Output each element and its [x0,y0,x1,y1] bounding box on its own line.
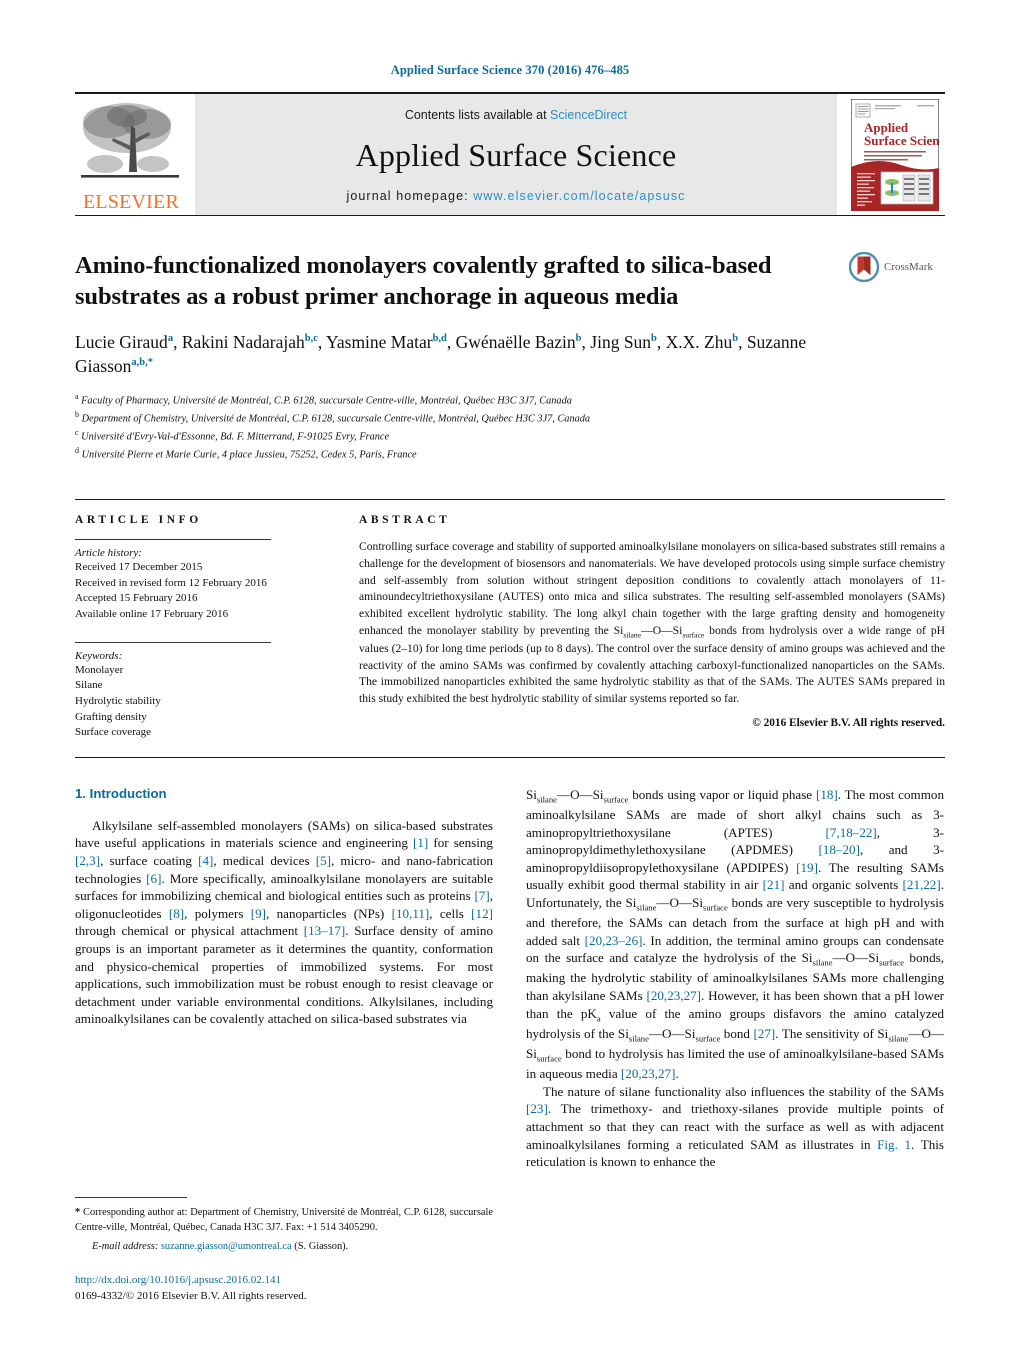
keyword-item: Surface coverage [75,726,152,739]
journal-masthead: ELSEVIER Contents lists available at Sci… [75,92,945,216]
intro-paragraph-right-1: Sisilane—O—Sisurface bonds using vapor o… [526,786,945,1082]
affiliation-text: Department of Chemistry, Université de M… [81,413,591,425]
affiliation-list: a Faculty of Pharmacy, Université de Mon… [75,391,945,463]
crossmark-label: CrossMark [884,261,933,273]
affiliation-item: d Université Pierre et Marie Curie, 4 pl… [75,445,945,463]
author-list: Lucie Girauda, Rakini Nadarajahb,c, Yasm… [75,331,807,376]
email-label: E-mail address: [92,1241,159,1253]
body-column-right: Sisilane—O—Sisurface bonds using vapor o… [526,786,944,1171]
keyword-item: Hydrolytic stability [75,694,161,707]
abstract-text: Controlling surface coverage and stabili… [359,540,945,705]
keyword-item: Monolayer [75,663,124,676]
affiliation-item: b Department of Chemistry, Université de… [75,409,945,427]
affiliation-text: Faculty of Pharmacy, Université de Montr… [81,395,572,407]
article-page: Applied Surface Science 370 (2016) 476–4… [0,0,1020,1351]
doi-block: http://dx.doi.org/10.1016/j.apsusc.2016.… [75,1273,493,1304]
issn-copyright-line: 0169-4332/© 2016 Elsevier B.V. All right… [75,1289,307,1302]
history-item: Received 17 December 2015 [75,561,203,574]
info-abstract-band: ARTICLE INFO Article history: Received 1… [75,499,945,758]
article-history-label: Article history: [75,547,142,560]
page-title: Amino-functionalized monolayers covalent… [75,252,772,311]
homepage-prefix: journal homepage: [346,189,474,203]
homepage-url-link[interactable]: www.elsevier.com/locate/apsusc [473,189,685,203]
affiliation-mark: b [75,410,79,420]
intro-paragraph-left: Alkylsilane self-assembled monolayers (S… [75,817,494,1027]
affiliation-item: c Université d'Evry-Val-d'Essonne, Bd. F… [75,427,945,445]
crossmark-badge[interactable]: CrossMark [849,252,945,282]
email-note: E-mail address: suzanne.giasson@umontrea… [75,1239,493,1254]
affiliation-text: Université Pierre et Marie Curie, 4 plac… [81,449,417,461]
divider [75,641,271,643]
keyword-item: Grafting density [75,710,147,723]
journal-cover-thumbnail: Applied Surface Science [845,94,945,215]
masthead-center: Contents lists available at ScienceDirec… [195,94,837,215]
footnote-block: * Corresponding author at: Department of… [75,1196,493,1304]
abstract-heading: ABSTRACT [359,514,451,527]
elsevier-logo: ELSEVIER [75,94,187,215]
affiliation-mark: c [75,428,79,438]
journal-title: Applied Surface Science [355,137,677,173]
affiliation-text: Université d'Evry-Val-d'Essonne, Bd. F. … [81,431,390,443]
footnote-divider [75,1196,187,1198]
journal-cover-image: Applied Surface Science [851,98,939,211]
article-info-column: ARTICLE INFO Article history: Received 1… [75,514,345,740]
email-link[interactable]: suzanne.giasson@umontreal.ca [161,1241,292,1252]
affiliation-item: a Faculty of Pharmacy, Université de Mon… [75,391,945,409]
abstract-column: ABSTRACT Controlling surface coverage an… [345,514,945,740]
body-columns: 1. Introduction Alkylsilane self-assembl… [75,786,945,1171]
running-head: Applied Surface Science 370 (2016) 476–4… [390,63,630,77]
journal-homepage-line: journal homepage: www.elsevier.com/locat… [346,189,685,203]
article-info-heading: ARTICLE INFO [75,514,202,527]
corresponding-author-note: * Corresponding author at: Department of… [75,1206,493,1234]
history-item: Received in revised form 12 February 201… [75,576,267,589]
svg-text:Surface Science: Surface Science [864,133,939,148]
affiliation-mark: d [75,446,79,456]
intro-paragraph-right-2: The nature of silane functionality also … [526,1083,944,1170]
contents-prefix: Contents lists available at [404,108,551,122]
keywords-block: Keywords: Monolayer Silane Hydrolytic st… [75,641,329,741]
divider [75,539,271,541]
section-heading-introduction: 1. Introduction [75,785,167,801]
title-block: Amino-functionalized monolayers covalent… [75,250,945,463]
history-item: Accepted 15 February 2016 [75,592,198,605]
doi-link[interactable]: http://dx.doi.org/10.1016/j.apsusc.2016.… [75,1273,493,1288]
email-suffix: (S. Giasson). [294,1241,349,1253]
elsevier-wordmark: ELSEVIER [82,191,180,213]
history-item: Available online 17 February 2016 [75,608,229,621]
crossmark-icon [849,252,879,282]
contents-available-line: Contents lists available at ScienceDirec… [405,108,627,122]
elsevier-tree-icon [81,103,179,178]
keywords-label: Keywords: [75,649,123,662]
sciencedirect-link[interactable]: ScienceDirect [550,108,627,122]
body-column-left: 1. Introduction Alkylsilane self-assembl… [75,786,493,1171]
keyword-item: Silane [75,679,103,692]
copyright-line: © 2016 Elsevier B.V. All rights reserved… [752,716,945,729]
affiliation-mark: a [75,392,79,401]
